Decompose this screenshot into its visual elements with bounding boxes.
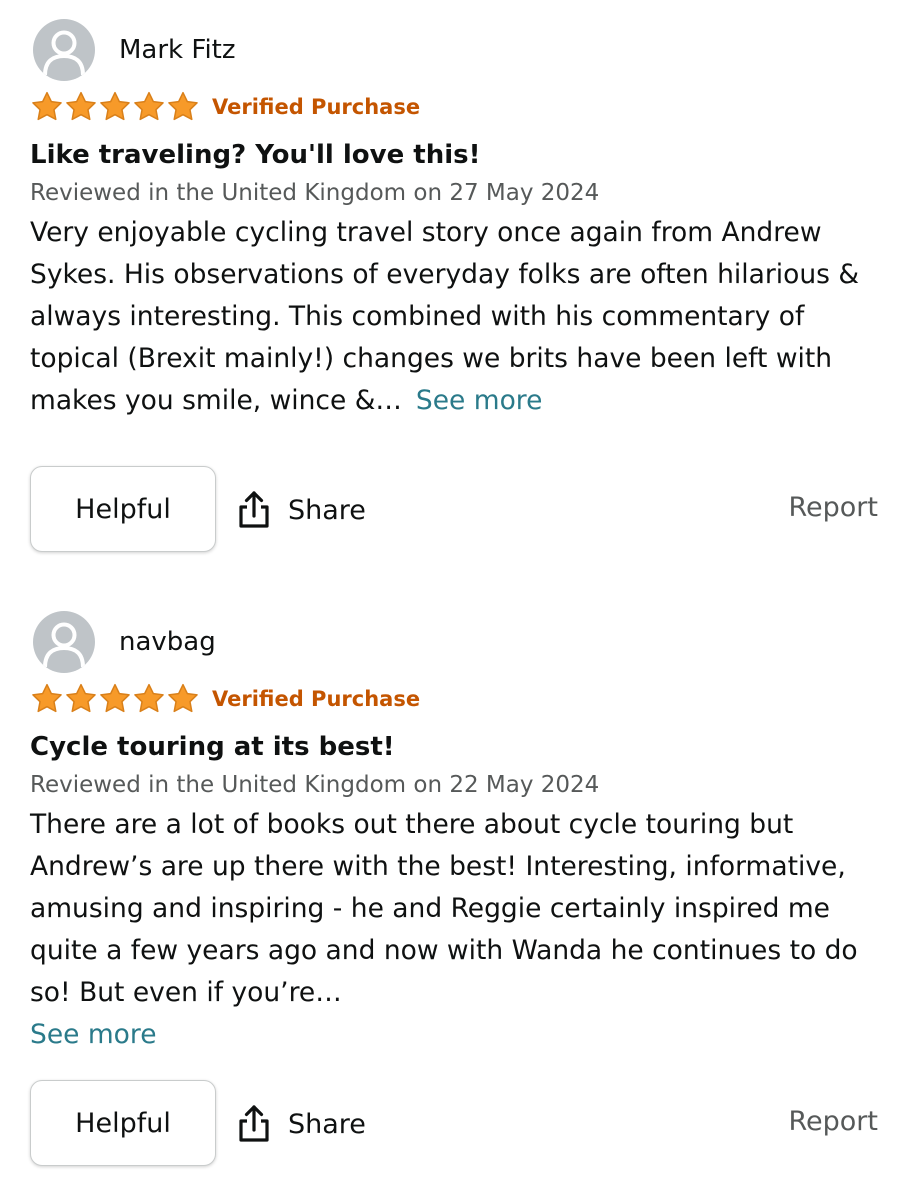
star-icon <box>168 683 198 713</box>
person-silhouette-icon <box>43 30 85 76</box>
review-body: There are a lot of books out there about… <box>30 804 890 1056</box>
star-rating[interactable] <box>30 683 200 715</box>
see-more-link[interactable]: See more <box>30 1014 890 1056</box>
star-icon <box>168 91 198 121</box>
share-label: Share <box>288 494 366 526</box>
share-button[interactable]: Share <box>236 1098 366 1150</box>
star-icon <box>100 91 130 121</box>
avatar <box>33 19 95 81</box>
reviewer-name[interactable]: Mark Fitz <box>119 35 236 65</box>
share-button[interactable]: Share <box>236 484 366 536</box>
verified-purchase-badge: Verified Purchase <box>212 95 421 119</box>
helpful-button[interactable]: Helpful <box>30 466 216 552</box>
review-date: Reviewed in the United Kingdom on 27 May… <box>30 180 600 206</box>
star-icon <box>32 91 62 121</box>
star-rating[interactable] <box>30 91 200 123</box>
star-icon <box>100 683 130 713</box>
see-more-link[interactable]: See more <box>416 385 543 416</box>
star-icon <box>66 91 96 121</box>
star-icon <box>66 683 96 713</box>
share-arrow-icon <box>239 491 269 528</box>
star-icon <box>134 91 164 121</box>
reviewer-profile[interactable]: Mark Fitz <box>30 19 890 81</box>
report-link[interactable]: Report <box>788 1106 878 1137</box>
star-icon <box>134 683 164 713</box>
star-icon <box>32 683 62 713</box>
avatar <box>33 611 95 673</box>
report-link[interactable]: Report <box>788 492 878 523</box>
review-title[interactable]: Cycle touring at its best! <box>30 730 890 764</box>
reviewer-name[interactable]: navbag <box>119 627 216 657</box>
review-card: Mark Fitz Verified Purchase Like traveli… <box>30 19 890 552</box>
review-body: Very enjoyable cycling travel story once… <box>30 212 890 422</box>
reviewer-profile[interactable]: navbag <box>30 611 890 673</box>
verified-purchase-badge: Verified Purchase <box>212 687 421 711</box>
rating-row: Verified Purchase <box>30 88 890 126</box>
review-card: navbag Verified Purchase Cycle touring a… <box>30 611 890 1166</box>
rating-row: Verified Purchase <box>30 680 890 718</box>
person-silhouette-icon <box>43 622 85 668</box>
share-label: Share <box>288 1108 366 1140</box>
review-text: There are a lot of books out there about… <box>30 809 858 1008</box>
helpful-button[interactable]: Helpful <box>30 1080 216 1166</box>
share-arrow-icon <box>239 1105 269 1142</box>
review-actions: Helpful Share Report <box>30 1080 880 1168</box>
review-date: Reviewed in the United Kingdom on 22 May… <box>30 772 600 798</box>
review-actions: Helpful Share Report <box>30 466 880 554</box>
review-title[interactable]: Like traveling? You'll love this! <box>30 138 890 172</box>
